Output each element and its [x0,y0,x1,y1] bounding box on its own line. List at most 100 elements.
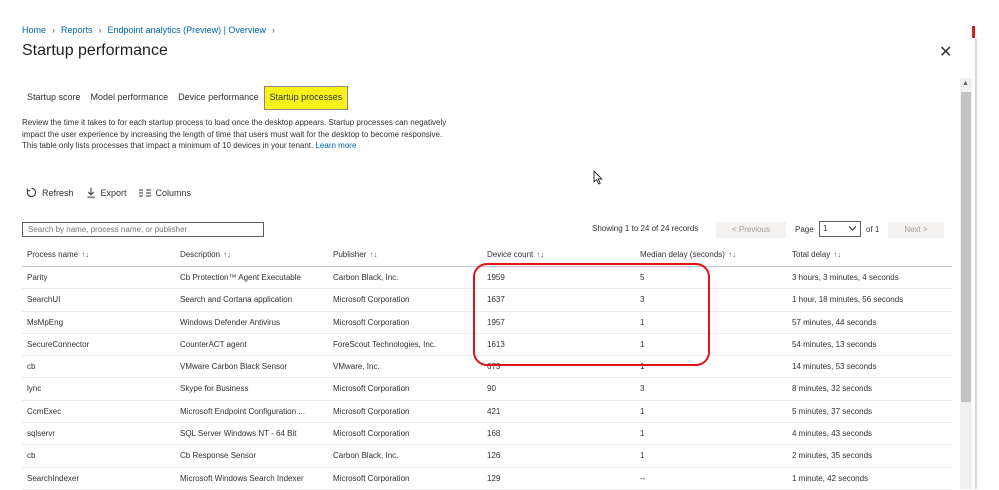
breadcrumb-reports[interactable]: Reports [61,25,93,35]
table-header: Process name ↑↓ Description ↑↓ Publisher ↑↓… [22,244,952,267]
sort-icon: ↑↓ [833,250,842,259]
cell-publisher: Carbon Black, Inc. [333,451,399,461]
cell-total-delay: 4 minutes, 43 seconds [792,429,873,439]
column-header-median-delay[interactable]: Median delay (seconds) ↑↓ [640,250,780,259]
cell-device-count: 1957 [487,317,505,327]
cell-publisher: Microsoft Corporation [333,406,410,416]
description: Review the time it takes to for each sta… [22,117,452,152]
cell-process-name: sqlservr [27,429,56,439]
cell-publisher: Microsoft Corporation [333,317,410,327]
cell-description: Cb Protection™ Agent Executable [180,273,301,282]
cell-publisher: ForeScout Technologies, Inc. [333,339,437,349]
cell-description: Search and Cortana application [180,295,293,305]
cell-median-delay: 3 [640,384,645,394]
cell-median-delay: 1 [640,317,645,327]
startup-performance-blade: Home › Reports › Endpoint analytics (Preview… [0,0,960,490]
cell-process-name: MsMpEng [27,317,64,327]
table-row[interactable]: Parity Cb Protection™ Agent Executable Car… [22,267,952,290]
table-row[interactable]: cb VMware Carbon Black Sensor VMware, Inc.… [22,356,952,379]
cell-process-name: cb [27,362,36,372]
cell-median-delay: 3 [640,295,645,305]
export-button[interactable]: Export [86,187,127,198]
column-header-publisher[interactable]: Publisher ↑↓ [333,250,481,259]
cell-median-delay: -- [640,473,646,483]
cell-median-delay: 1 [640,451,645,461]
cell-median-delay: 1 [640,339,645,349]
cell-device-count: 1637 [487,295,505,305]
cell-publisher: Microsoft Corporation [333,429,410,439]
cell-description: Microsoft Endpoint Configuration ... [180,406,305,416]
table-row[interactable]: SearchUI Search and Cortana application Mi… [22,289,952,312]
learn-more-link[interactable]: Learn more [315,141,356,150]
column-header-total-delay[interactable]: Total delay ↑↓ [792,250,952,259]
table-row[interactable]: lync Skype for Business Microsoft Corporat… [22,378,952,401]
mouse-pointer-icon [593,170,603,185]
download-icon [86,187,95,198]
cell-device-count: 90 [487,384,496,394]
tab-startup-processes[interactable]: Startup processes [263,86,349,110]
breadcrumb-endpoint-analytics[interactable]: Endpoint analytics (Preview) | Overview [108,25,266,35]
tab-model-performance[interactable]: Model performance [86,86,174,108]
page-title: Startup performance [22,42,168,59]
next-page-button[interactable]: Next > [888,222,944,238]
cell-device-count: 673 [487,362,501,372]
scroll-up-arrow-icon[interactable]: ▲ [962,80,969,87]
columns-button[interactable]: Columns [138,187,192,198]
chevron-right-icon: › [98,25,102,35]
cell-description: Skype for Business [180,384,249,394]
column-header-process-name[interactable]: Process name ↑↓ [27,250,167,259]
sort-icon: ↑↓ [81,250,90,259]
cell-device-count: 126 [487,451,501,461]
page-label: Page [795,225,814,234]
cell-process-name: SecureConnector [27,339,90,349]
breadcrumb-home[interactable]: Home [22,25,46,35]
close-icon[interactable]: ✕ [939,42,952,62]
cell-publisher: Carbon Black, Inc. [333,273,399,282]
startup-processes-table: Process name ↑↓ Description ↑↓ Publisher ↑↓… [22,244,952,490]
cell-total-delay: 3 hours, 3 minutes, 4 seconds [792,273,899,282]
refresh-icon [26,187,37,198]
toolbar: Refresh Export Columns [26,187,203,198]
window-edge [975,38,977,489]
table-row[interactable]: cb Cb Response Sensor Carbon Black, Inc. 12… [22,445,952,468]
column-header-device-count[interactable]: Device count ↑↓ [487,250,627,259]
cell-process-name: Parity [27,273,48,282]
table-body: Parity Cb Protection™ Agent Executable Car… [22,267,952,490]
sort-icon: ↑↓ [536,250,545,259]
columns-icon [138,189,151,196]
table-row[interactable]: MsMpEng Windows Defender Antivirus Microso… [22,312,952,334]
table-row[interactable]: SearchIndexer Microsoft Windows Search In… [22,468,952,490]
previous-page-button[interactable]: < Previous [716,222,786,238]
tab-startup-score[interactable]: Startup score [22,86,86,108]
cell-device-count: 421 [487,406,501,416]
table-row[interactable]: sqlservr SQL Server Windows NT - 64 Bit Mi… [22,423,952,446]
cell-total-delay: 57 minutes, 44 seconds [792,317,877,327]
cell-description: Microsoft Windows Search Indexer [180,473,304,483]
cell-device-count: 1613 [487,339,505,349]
page-select[interactable]: 1 [819,221,861,237]
cell-total-delay: 5 minutes, 37 seconds [792,406,873,416]
cell-publisher: Microsoft Corporation [333,473,410,483]
cell-process-name: lync [27,384,42,394]
window-edge-accent [972,26,975,38]
cell-median-delay: 5 [640,273,645,282]
table-row[interactable]: SecureConnector CounterACT agent ForeScout… [22,334,952,357]
refresh-button[interactable]: Refresh [26,187,74,198]
cell-device-count: 1959 [487,273,505,282]
cell-device-count: 168 [487,429,501,439]
cell-median-delay: 1 [640,429,645,439]
cell-description: Cb Response Sensor [180,451,257,461]
chevron-right-icon: › [52,25,56,35]
search-input[interactable] [22,222,264,237]
cell-median-delay: 1 [640,362,645,372]
cell-total-delay: 2 minutes, 35 seconds [792,451,873,461]
export-label: Export [100,187,127,198]
column-header-description[interactable]: Description ↑↓ [180,250,328,259]
table-row[interactable]: CcmExec Microsoft Endpoint Configuration … [22,401,952,424]
scrollbar-thumb[interactable] [961,92,971,402]
sort-icon: ↑↓ [727,250,736,259]
cell-total-delay: 1 minute, 42 seconds [792,473,869,483]
chevron-right-icon: › [271,25,275,35]
tab-device-performance[interactable]: Device performance [173,86,264,108]
columns-label: Columns [155,187,192,198]
